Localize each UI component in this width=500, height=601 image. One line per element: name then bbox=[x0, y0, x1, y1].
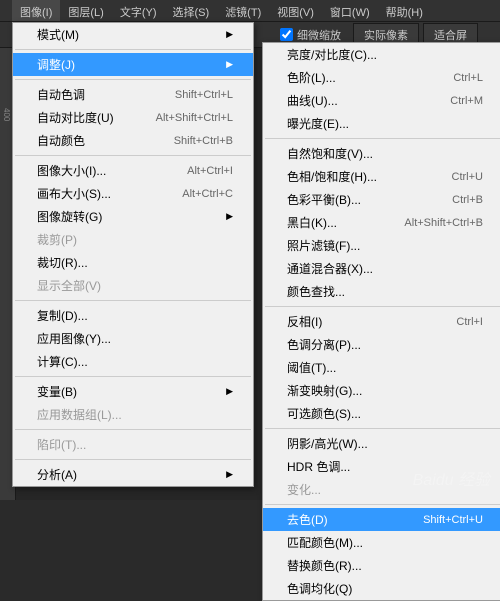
menu-type[interactable]: 文字(Y) bbox=[112, 0, 165, 21]
exposure-item[interactable]: 曝光度(E)... bbox=[263, 112, 500, 135]
auto-color-item[interactable]: 自动颜色Shift+Ctrl+B bbox=[13, 129, 253, 152]
hdr-toning-item[interactable]: HDR 色调... bbox=[263, 455, 500, 478]
chevron-right-icon: ▶ bbox=[226, 469, 233, 480]
variables-item[interactable]: 变量(B)▶ bbox=[13, 380, 253, 403]
menu-help[interactable]: 帮助(H) bbox=[378, 0, 431, 21]
menu-image[interactable]: 图像(I) bbox=[12, 0, 60, 21]
auto-tone-item[interactable]: 自动色调Shift+Ctrl+L bbox=[13, 83, 253, 106]
menu-select[interactable]: 选择(S) bbox=[165, 0, 218, 21]
trap-item: 陷印(T)... bbox=[13, 433, 253, 456]
separator bbox=[15, 79, 251, 80]
threshold-item[interactable]: 阈值(T)... bbox=[263, 356, 500, 379]
adjustments-item[interactable]: 调整(J)▶ bbox=[13, 53, 253, 76]
chevron-right-icon: ▶ bbox=[226, 211, 233, 222]
calculations-item[interactable]: 计算(C)... bbox=[13, 350, 253, 373]
apply-data-item: 应用数据组(L)... bbox=[13, 403, 253, 426]
separator bbox=[265, 138, 500, 139]
ruler-tick: 400 bbox=[2, 108, 11, 121]
separator bbox=[15, 300, 251, 301]
scrubby-zoom-check[interactable]: 细微缩放 bbox=[280, 27, 341, 43]
menu-window[interactable]: 窗口(W) bbox=[322, 0, 378, 21]
separator bbox=[265, 428, 500, 429]
adjustments-submenu: 亮度/对比度(C)... 色阶(L)...Ctrl+L 曲线(U)...Ctrl… bbox=[262, 42, 500, 601]
analysis-item[interactable]: 分析(A)▶ bbox=[13, 463, 253, 486]
image-rotation-item[interactable]: 图像旋转(G)▶ bbox=[13, 205, 253, 228]
separator bbox=[265, 504, 500, 505]
photo-filter-item[interactable]: 照片滤镜(F)... bbox=[263, 234, 500, 257]
menubar: 图像(I) 图层(L) 文字(Y) 选择(S) 滤镜(T) 视图(V) 窗口(W… bbox=[0, 0, 500, 22]
menu-view[interactable]: 视图(V) bbox=[269, 0, 322, 21]
black-white-item[interactable]: 黑白(K)...Alt+Shift+Ctrl+B bbox=[263, 211, 500, 234]
canvas-size-item[interactable]: 画布大小(S)...Alt+Ctrl+C bbox=[13, 182, 253, 205]
apply-image-item[interactable]: 应用图像(Y)... bbox=[13, 327, 253, 350]
reveal-all-item: 显示全部(V) bbox=[13, 274, 253, 297]
match-color-item[interactable]: 匹配颜色(M)... bbox=[263, 531, 500, 554]
color-balance-item[interactable]: 色彩平衡(B)...Ctrl+B bbox=[263, 188, 500, 211]
crop-item: 裁剪(P) bbox=[13, 228, 253, 251]
color-lookup-item[interactable]: 颜色查找... bbox=[263, 280, 500, 303]
chevron-right-icon: ▶ bbox=[226, 29, 233, 40]
mode-item[interactable]: 模式(M)▶ bbox=[13, 23, 253, 46]
variations-item: 变化... bbox=[263, 478, 500, 501]
separator bbox=[265, 306, 500, 307]
duplicate-item[interactable]: 复制(D)... bbox=[13, 304, 253, 327]
separator bbox=[15, 49, 251, 50]
separator bbox=[15, 459, 251, 460]
vibrance-item[interactable]: 自然饱和度(V)... bbox=[263, 142, 500, 165]
auto-contrast-item[interactable]: 自动对比度(U)Alt+Shift+Ctrl+L bbox=[13, 106, 253, 129]
chevron-right-icon: ▶ bbox=[226, 59, 233, 70]
posterize-item[interactable]: 色调分离(P)... bbox=[263, 333, 500, 356]
separator bbox=[15, 429, 251, 430]
separator bbox=[15, 155, 251, 156]
gradient-map-item[interactable]: 渐变映射(G)... bbox=[263, 379, 500, 402]
image-menu: 模式(M)▶ 调整(J)▶ 自动色调Shift+Ctrl+L 自动对比度(U)A… bbox=[12, 22, 254, 487]
curves-item[interactable]: 曲线(U)...Ctrl+M bbox=[263, 89, 500, 112]
image-size-item[interactable]: 图像大小(I)...Alt+Ctrl+I bbox=[13, 159, 253, 182]
scrubby-zoom-label: 细微缩放 bbox=[297, 27, 341, 43]
scrubby-zoom-checkbox[interactable] bbox=[280, 28, 293, 41]
channel-mixer-item[interactable]: 通道混合器(X)... bbox=[263, 257, 500, 280]
shadows-highlights-item[interactable]: 阴影/高光(W)... bbox=[263, 432, 500, 455]
selective-color-item[interactable]: 可选颜色(S)... bbox=[263, 402, 500, 425]
equalize-item[interactable]: 色调均化(Q) bbox=[263, 577, 500, 600]
hue-saturation-item[interactable]: 色相/饱和度(H)...Ctrl+U bbox=[263, 165, 500, 188]
invert-item[interactable]: 反相(I)Ctrl+I bbox=[263, 310, 500, 333]
menu-layer[interactable]: 图层(L) bbox=[60, 0, 111, 21]
menu-filter[interactable]: 滤镜(T) bbox=[217, 0, 269, 21]
chevron-right-icon: ▶ bbox=[226, 386, 233, 397]
brightness-contrast-item[interactable]: 亮度/对比度(C)... bbox=[263, 43, 500, 66]
desaturate-item[interactable]: 去色(D)Shift+Ctrl+U bbox=[263, 508, 500, 531]
separator bbox=[15, 376, 251, 377]
levels-item[interactable]: 色阶(L)...Ctrl+L bbox=[263, 66, 500, 89]
replace-color-item[interactable]: 替换颜色(R)... bbox=[263, 554, 500, 577]
trim-item[interactable]: 裁切(R)... bbox=[13, 251, 253, 274]
